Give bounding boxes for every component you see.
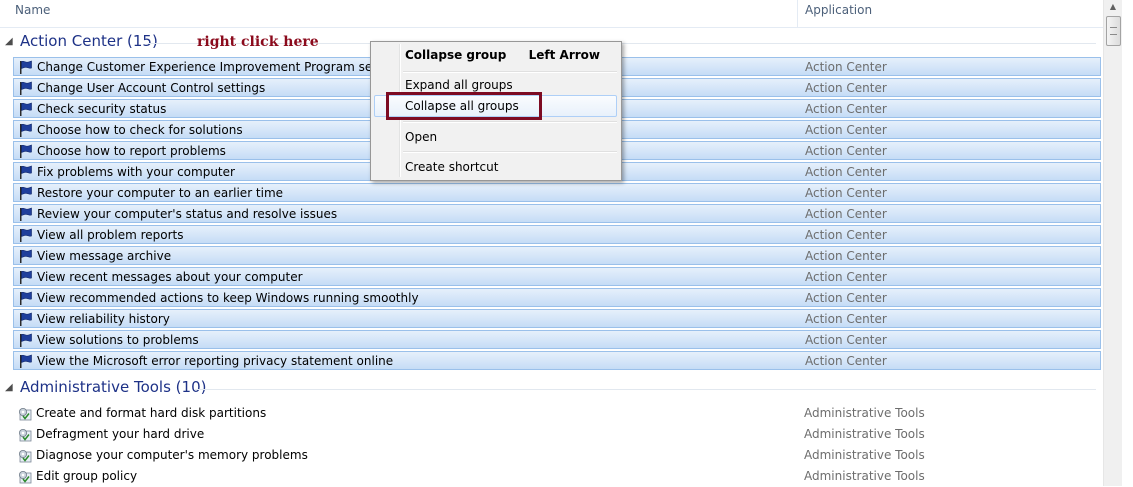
item-name: Change Customer Experience Improvement P… xyxy=(37,60,407,74)
menu-item-label: Expand all groups xyxy=(405,78,513,92)
flag-icon xyxy=(18,228,33,243)
item-name: Review your computer's status and resolv… xyxy=(37,207,338,221)
menu-separator xyxy=(403,151,617,153)
list-item[interactable]: View recommended actions to keep Windows… xyxy=(13,288,1101,307)
flag-icon xyxy=(18,123,33,138)
flag-icon xyxy=(18,291,33,306)
column-separator[interactable] xyxy=(797,0,798,27)
flag-icon xyxy=(18,312,33,327)
admin-tools-icon xyxy=(17,469,32,484)
item-application: Action Center xyxy=(805,186,887,200)
item-application: Action Center xyxy=(805,270,887,284)
item-application: Administrative Tools xyxy=(804,406,925,420)
instruction-annotation: right click here xyxy=(197,34,319,50)
item-application: Administrative Tools xyxy=(804,427,925,441)
menu-item-label: Create shortcut xyxy=(405,160,499,174)
item-name: View recent messages about your computer xyxy=(37,270,303,284)
menu-item-create-shortcut[interactable]: Create shortcut xyxy=(374,156,617,178)
scrollbar-thumb[interactable] xyxy=(1106,16,1121,46)
item-application: Action Center xyxy=(805,354,887,368)
item-application: Action Center xyxy=(805,228,887,242)
flag-icon xyxy=(18,354,33,369)
item-name: Create and format hard disk partitions xyxy=(36,406,267,420)
item-name: View all problem reports xyxy=(37,228,184,242)
menu-item-shortcut: Left Arrow xyxy=(528,48,600,62)
flag-icon xyxy=(18,270,33,285)
item-application: Action Center xyxy=(805,291,887,305)
window-edge xyxy=(1122,0,1133,486)
item-name: View the Microsoft error reporting priva… xyxy=(37,354,394,368)
item-name: Check security status xyxy=(37,102,167,116)
item-name: View solutions to problems xyxy=(37,333,199,347)
flag-icon xyxy=(18,333,33,348)
menu-item-open[interactable]: Open xyxy=(374,126,617,148)
list-item[interactable]: View recent messages about your computer… xyxy=(13,267,1101,286)
item-name: Defragment your hard drive xyxy=(36,427,205,441)
item-name: Diagnose your computer's memory problems xyxy=(36,448,308,462)
item-application: Action Center xyxy=(805,312,887,326)
item-name: Choose how to check for solutions xyxy=(37,123,243,137)
item-application: Action Center xyxy=(805,123,887,137)
list-item[interactable]: Review your computer's status and resolv… xyxy=(13,204,1101,223)
item-application: Action Center xyxy=(805,207,887,221)
group-header[interactable]: ◢ Administrative Tools (10) xyxy=(0,377,1103,399)
admin-tools-icon xyxy=(17,406,32,421)
item-application: Action Center xyxy=(805,333,887,347)
list-item[interactable]: View the Microsoft error reporting priva… xyxy=(13,351,1101,370)
menu-separator xyxy=(403,71,617,73)
admin-tools-icon xyxy=(17,427,32,442)
item-application: Action Center xyxy=(805,249,887,263)
flag-icon xyxy=(18,165,33,180)
group-title: Administrative Tools (10) xyxy=(20,378,207,396)
item-name: View message archive xyxy=(37,249,172,263)
list-item[interactable]: Defragment your hard drive Administrative… xyxy=(13,425,1101,444)
item-name: Change User Account Control settings xyxy=(37,81,266,95)
menu-item-label: Open xyxy=(405,130,438,144)
list-item[interactable]: View reliability history Action Center xyxy=(13,309,1101,328)
list-item[interactable]: Diagnose your computer's memory problems… xyxy=(13,446,1101,465)
group-divider xyxy=(195,389,1096,390)
item-name: Edit group policy xyxy=(36,469,138,483)
item-application: Action Center xyxy=(805,144,887,158)
admin-tools-icon xyxy=(17,448,32,463)
item-application: Administrative Tools xyxy=(804,448,925,462)
item-name: Fix problems with your computer xyxy=(37,165,235,179)
flag-icon xyxy=(18,102,33,117)
item-application: Action Center xyxy=(805,81,887,95)
menu-separator xyxy=(403,121,617,123)
list-item[interactable]: View message archive Action Center xyxy=(13,246,1101,265)
flag-icon xyxy=(18,249,33,264)
flag-icon xyxy=(18,60,33,75)
list-item[interactable]: Create and format hard disk partitions Ad… xyxy=(13,404,1101,423)
collapse-triangle-icon[interactable]: ◢ xyxy=(5,382,13,393)
flag-icon xyxy=(18,81,33,96)
collapse-triangle-icon[interactable]: ◢ xyxy=(5,36,13,47)
column-header: Name Application xyxy=(0,0,1103,28)
vertical-scrollbar[interactable]: ▲ xyxy=(1103,0,1122,486)
item-name: Choose how to report problems xyxy=(37,144,226,158)
column-application-header[interactable]: Application xyxy=(805,3,872,17)
scroll-up-arrow-icon[interactable]: ▲ xyxy=(1104,0,1122,14)
list-item[interactable]: View solutions to problems Action Center xyxy=(13,330,1101,349)
list-item[interactable]: View all problem reports Action Center xyxy=(13,225,1101,244)
item-application: Action Center xyxy=(805,102,887,116)
menu-item-label: Collapse group xyxy=(405,48,507,62)
flag-icon xyxy=(18,186,33,201)
menu-item-collapse-group[interactable]: Collapse group Left Arrow xyxy=(374,44,617,66)
item-application: Action Center xyxy=(805,165,887,179)
list-item[interactable]: Restore your computer to an earlier time… xyxy=(13,183,1101,202)
flag-icon xyxy=(18,207,33,222)
group-title: Action Center (15) xyxy=(20,32,158,50)
item-name: Restore your computer to an earlier time xyxy=(37,186,284,200)
item-name: View reliability history xyxy=(37,312,170,326)
flag-icon xyxy=(18,144,33,159)
highlight-box-annotation xyxy=(386,92,542,120)
list-item[interactable]: Edit group policy Administrative Tools xyxy=(13,467,1101,486)
item-application: Administrative Tools xyxy=(804,469,925,483)
column-name-header[interactable]: Name xyxy=(15,3,50,17)
item-name: View recommended actions to keep Windows… xyxy=(37,291,419,305)
item-application: Action Center xyxy=(805,60,887,74)
